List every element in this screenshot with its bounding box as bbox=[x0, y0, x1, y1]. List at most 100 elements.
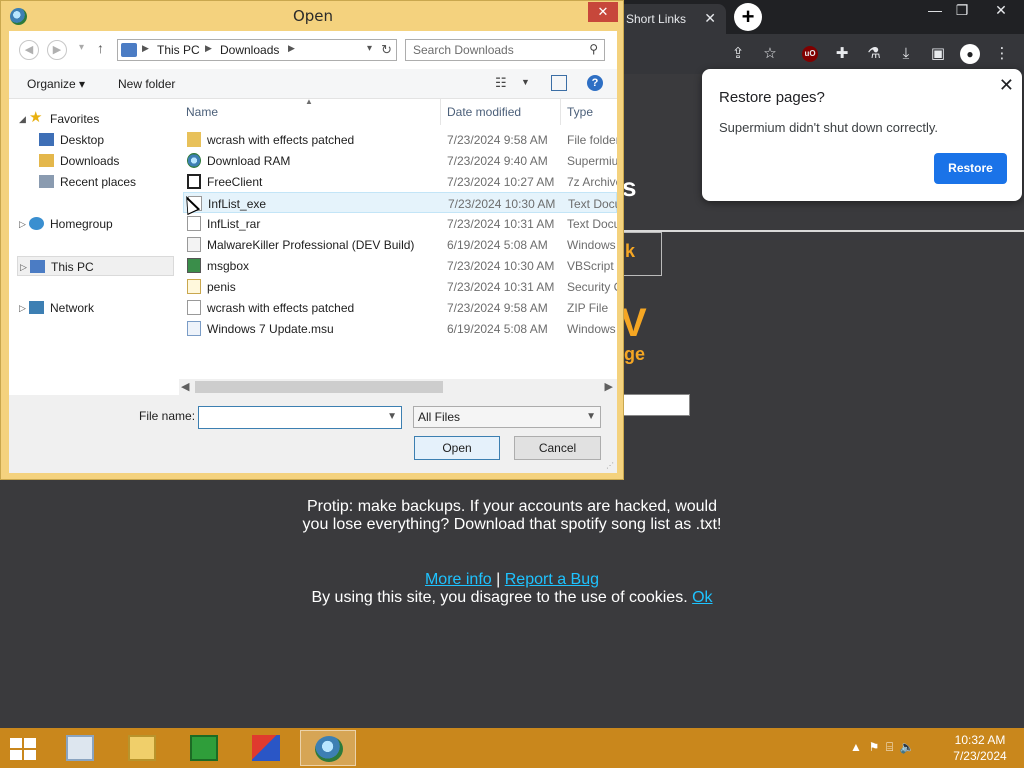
file-type: Windows bbox=[567, 322, 616, 336]
search-icon[interactable]: ⚲ bbox=[589, 42, 598, 56]
file-row[interactable]: InfList_exe 7/23/2024 10:30 AM Text Docu bbox=[183, 192, 617, 213]
expand-arrow-icon[interactable]: ◢ bbox=[19, 109, 26, 129]
horizontal-scrollbar[interactable]: ◀ ▶ bbox=[179, 379, 617, 395]
new-tab-button[interactable]: + bbox=[734, 3, 762, 31]
address-bar[interactable]: ▶ This PC ▶ Downloads ▶ ▾ ↻ bbox=[117, 39, 397, 61]
window-close-button[interactable]: ✕ bbox=[986, 0, 1016, 22]
file-row[interactable]: FreeClient 7/23/2024 10:27 AM 7z Archive bbox=[183, 171, 617, 192]
clock[interactable]: 10:32 AM 7/23/2024 bbox=[944, 732, 1016, 764]
cancel-button[interactable]: Cancel bbox=[514, 436, 601, 460]
scroll-thumb[interactable] bbox=[195, 381, 443, 393]
taskbar-app[interactable] bbox=[238, 730, 294, 766]
breadcrumb-this-pc[interactable]: This PC bbox=[157, 43, 200, 57]
column-type[interactable]: Type bbox=[567, 105, 593, 119]
profile-avatar-icon[interactable]: ● bbox=[960, 44, 980, 64]
network-icon bbox=[29, 301, 44, 314]
tree-homegroup[interactable]: ▷ Homegroup bbox=[19, 214, 169, 234]
recent-locations-chevron-icon[interactable]: ▾ bbox=[79, 42, 84, 53]
breadcrumb-downloads[interactable]: Downloads bbox=[220, 43, 279, 57]
start-button[interactable] bbox=[10, 738, 38, 760]
side-panel-icon[interactable]: ▣ bbox=[928, 44, 948, 64]
chevron-down-icon[interactable]: ▼ bbox=[387, 411, 397, 422]
minimize-button[interactable]: — bbox=[920, 0, 950, 22]
extensions-icon[interactable]: ✚ bbox=[832, 44, 852, 64]
file-name-input[interactable]: ▼ bbox=[198, 406, 402, 429]
file-row[interactable]: InfList_rar 7/23/2024 10:31 AM Text Docu bbox=[183, 213, 617, 234]
new-folder-button[interactable]: New folder bbox=[118, 77, 175, 91]
refresh-icon[interactable]: ↻ bbox=[381, 42, 392, 58]
column-divider[interactable] bbox=[440, 99, 441, 125]
cookie-ok-link[interactable]: Ok bbox=[692, 589, 712, 606]
taskbar-app[interactable] bbox=[114, 730, 170, 766]
organize-menu[interactable]: Organize ▾ bbox=[27, 77, 85, 91]
breadcrumb-chevron-icon[interactable]: ▶ bbox=[142, 43, 149, 54]
network-tray-icon[interactable]: ⌸ bbox=[886, 740, 893, 754]
action-center-flag-icon[interactable]: ⚑ bbox=[869, 740, 880, 754]
preview-pane-icon[interactable] bbox=[551, 75, 567, 91]
page-heading-fragment: s bbox=[622, 172, 637, 202]
tab-close-icon[interactable]: ✕ bbox=[704, 10, 716, 27]
scroll-right-arrow-icon[interactable]: ▶ bbox=[605, 380, 613, 393]
download-icon[interactable]: ⤓ bbox=[896, 44, 916, 64]
file-row[interactable]: wcrash with effects patched 7/23/2024 9:… bbox=[183, 297, 617, 318]
file-type: VBScript S bbox=[567, 259, 617, 273]
column-header: ▲ Name Date modified Type bbox=[179, 99, 617, 125]
show-hidden-icons-chevron-icon[interactable]: ▲ bbox=[850, 740, 862, 754]
tree-recent-places[interactable]: Recent places bbox=[39, 172, 169, 192]
maximize-button[interactable]: ❐ bbox=[947, 0, 977, 22]
system-tray[interactable]: ▲ ⚑ ⌸ 🔈 bbox=[850, 740, 915, 755]
help-icon[interactable]: ? bbox=[587, 75, 603, 91]
restore-button[interactable]: Restore bbox=[934, 153, 1007, 184]
menu-kebab-icon[interactable]: ⋮ bbox=[992, 44, 1012, 64]
column-name[interactable]: Name bbox=[186, 105, 218, 119]
column-date-modified[interactable]: Date modified bbox=[447, 105, 521, 119]
file-row[interactable]: Windows 7 Update.msu 6/19/2024 5:08 AM W… bbox=[183, 318, 617, 339]
tree-downloads[interactable]: Downloads bbox=[39, 151, 169, 171]
search-input[interactable]: Search Downloads ⚲ bbox=[405, 39, 605, 61]
report-bug-link[interactable]: Report a Bug bbox=[505, 571, 599, 588]
lab-flask-icon[interactable]: ⚗ bbox=[864, 44, 884, 64]
file-row[interactable]: MalwareKiller Professional (DEV Build) 6… bbox=[183, 234, 617, 255]
bookmark-star-icon[interactable]: ☆ bbox=[760, 44, 780, 64]
open-button[interactable]: Open bbox=[414, 436, 500, 460]
expand-arrow-icon[interactable]: ▷ bbox=[20, 257, 27, 277]
tree-network[interactable]: ▷ Network bbox=[19, 298, 169, 318]
orange-subheading: ge bbox=[624, 344, 646, 364]
tree-this-pc[interactable]: ▷ This PC bbox=[17, 256, 174, 276]
tab-short-links[interactable]: Short Links ✕ bbox=[618, 4, 726, 34]
breadcrumb-chevron-icon[interactable]: ▶ bbox=[288, 43, 295, 54]
this-pc-crumb-icon bbox=[121, 43, 137, 57]
taskbar-app-active[interactable] bbox=[300, 730, 356, 766]
file-type-select[interactable]: All Files ▼ bbox=[413, 406, 601, 428]
msu-icon bbox=[187, 321, 201, 336]
breadcrumb-chevron-icon[interactable]: ▶ bbox=[205, 43, 212, 54]
back-arrow-icon[interactable]: ◀ bbox=[19, 40, 39, 60]
forward-arrow-icon[interactable]: ▶ bbox=[47, 40, 67, 60]
address-dropdown-icon[interactable]: ▾ bbox=[367, 43, 372, 54]
change-view-icon[interactable]: ☷ bbox=[495, 75, 507, 91]
file-row[interactable]: msgbox 7/23/2024 10:30 AM VBScript S bbox=[183, 255, 617, 276]
column-divider[interactable] bbox=[560, 99, 561, 125]
more-info-link[interactable]: More info bbox=[425, 571, 492, 588]
file-row[interactable]: penis 7/23/2024 10:31 AM Security C bbox=[183, 276, 617, 297]
dialog-close-button[interactable]: ✕ bbox=[588, 2, 618, 22]
tree-favorites[interactable]: ◢ ★ Favorites bbox=[19, 109, 169, 129]
file-row[interactable]: wcrash with effects patched 7/23/2024 9:… bbox=[183, 129, 617, 150]
taskbar-app[interactable] bbox=[52, 730, 108, 766]
tree-desktop[interactable]: Desktop bbox=[39, 130, 169, 150]
share-icon[interactable]: ⇪ bbox=[728, 44, 748, 64]
expand-arrow-icon[interactable]: ▷ bbox=[19, 298, 26, 318]
file-date: 7/23/2024 10:31 AM bbox=[447, 280, 555, 294]
up-arrow-icon[interactable]: ↑ bbox=[97, 40, 104, 56]
chevron-down-icon[interactable]: ▼ bbox=[586, 411, 596, 422]
expand-arrow-icon[interactable]: ▷ bbox=[19, 214, 26, 234]
view-dropdown-icon[interactable]: ▼ bbox=[521, 77, 530, 87]
file-row[interactable]: Download RAM 7/23/2024 9:40 AM Supermiu bbox=[183, 150, 617, 171]
taskbar-app[interactable] bbox=[176, 730, 232, 766]
page-text-input[interactable] bbox=[622, 394, 690, 416]
resize-grip-icon[interactable]: ⋰ bbox=[606, 461, 614, 470]
restore-close-icon[interactable]: ✕ bbox=[999, 75, 1014, 96]
ublock-icon[interactable]: uO bbox=[802, 46, 818, 62]
scroll-left-arrow-icon[interactable]: ◀ bbox=[181, 380, 189, 393]
volume-muted-icon[interactable]: 🔈 bbox=[900, 740, 915, 754]
